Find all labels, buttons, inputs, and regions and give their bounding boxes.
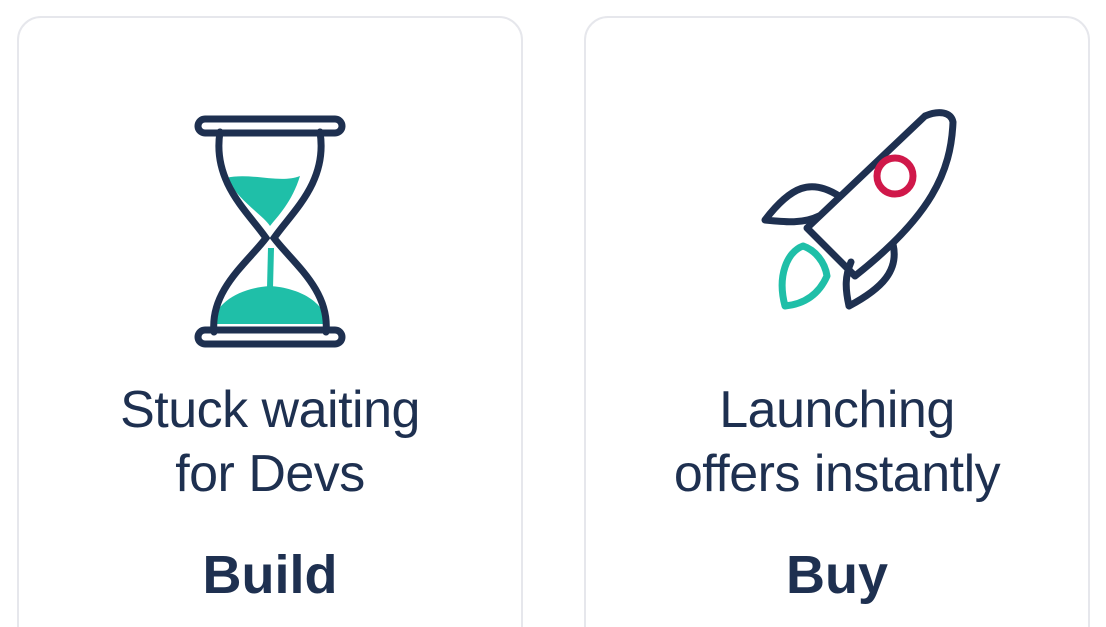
buy-description-line-1: Launching [719,381,955,439]
rocket-icon [707,92,967,352]
buy-description-line-2: offers instantly [673,445,1001,503]
hourglass-icon [140,92,400,352]
buy-title: Buy [785,545,888,605]
buy-card[interactable]: Launching offers instantly Buy [584,16,1090,627]
build-card[interactable]: Stuck waiting for Devs Build [17,16,523,627]
build-description-line-2: for Devs [175,445,365,503]
page: Stuck waiting for Devs Build Launching o… [0,0,1106,627]
build-title: Build [202,545,338,605]
build-description-line-1: Stuck waiting [120,381,420,439]
build-description: Stuck waiting for Devs [19,378,521,506]
buy-description: Launching offers instantly [586,378,1088,506]
